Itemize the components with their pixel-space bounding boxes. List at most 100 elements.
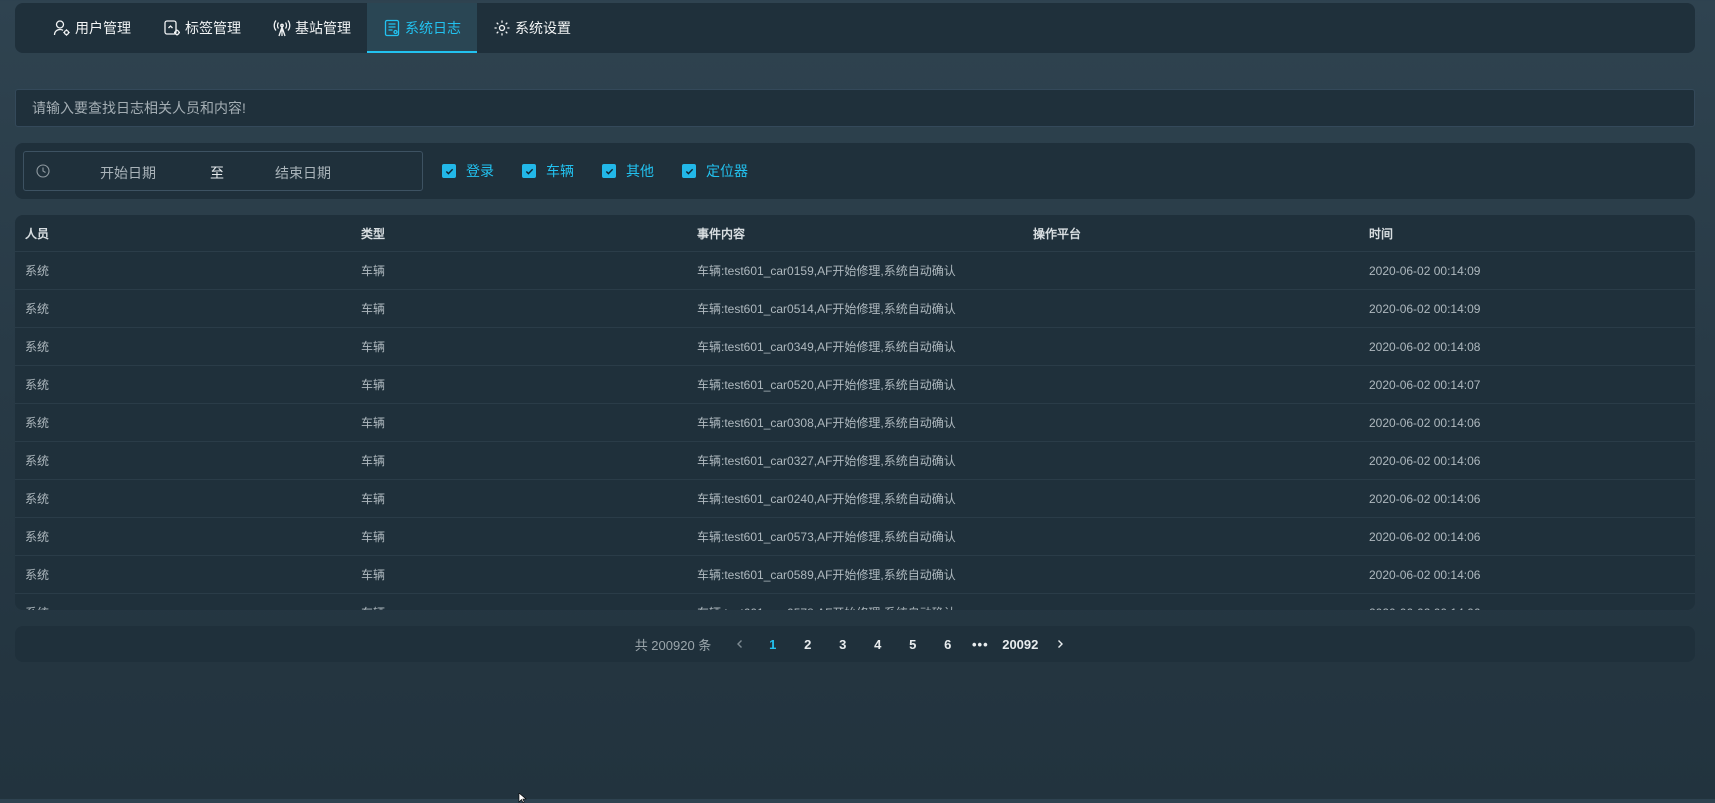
table-row[interactable]: 系统 车辆 车辆:test601_car0308,AF开始修理,系统自动确认 2… [15, 403, 1695, 442]
checkbox-checked-icon [602, 164, 616, 178]
top-nav: 用户管理 标签管理 基站管理 系统日志 系统设置 [15, 3, 1695, 53]
date-separator: 至 [210, 165, 224, 181]
page-button-1[interactable]: 1 [755, 637, 790, 652]
column-header-type: 类型 [351, 215, 687, 252]
cell-event: 车辆:test601_car0589,AF开始修理,系统自动确认 [687, 555, 1023, 594]
log-document-icon [384, 19, 400, 37]
cell-person: 系统 [15, 251, 351, 290]
column-header-time: 时间 [1359, 215, 1695, 252]
chevron-left-icon [737, 640, 743, 648]
cell-time: 2020-06-02 00:14:06 [1359, 403, 1695, 442]
cell-platform [1023, 479, 1359, 518]
cell-person: 系统 [15, 555, 351, 594]
table-row[interactable]: 系统 车辆 车辆:test601_car0520,AF开始修理,系统自动确认 2… [15, 365, 1695, 404]
cell-person: 系统 [15, 594, 351, 610]
cell-type: 车辆 [351, 555, 687, 594]
table-row[interactable]: 系统 车辆 车辆:test601_car0327,AF开始修理,系统自动确认 2… [15, 441, 1695, 480]
tab-system-log[interactable]: 系统日志 [367, 3, 477, 53]
tab-tag-management[interactable]: 标签管理 [147, 3, 257, 53]
table-row[interactable]: 系统 车辆 车辆:test601_car0514,AF开始修理,系统自动确认 2… [15, 289, 1695, 328]
end-date-input[interactable]: 结束日期 [275, 163, 331, 183]
table-row[interactable]: 系统 车辆 车辆:test601_car0589,AF开始修理,系统自动确认 2… [15, 555, 1695, 594]
checkbox-label: 定位器 [706, 163, 748, 179]
page-button-4[interactable]: 4 [860, 637, 895, 652]
checkbox-vehicle[interactable]: 车辆 [522, 161, 574, 181]
checkbox-checked-icon [442, 164, 456, 178]
tab-system-settings[interactable]: 系统设置 [477, 3, 587, 53]
type-checkbox-group: 登录 车辆 其他 定位器 [442, 161, 776, 181]
cell-type: 车辆 [351, 479, 687, 518]
table-row[interactable]: 系统 车辆 车辆:test601_car0578,AF开始修理,系统自动确认 2… [15, 594, 1695, 611]
date-range-picker[interactable]: 开始日期 至 结束日期 [23, 151, 423, 191]
chevron-right-icon [1058, 640, 1064, 648]
checkbox-checked-icon [682, 164, 696, 178]
cell-platform [1023, 594, 1359, 611]
checkbox-other[interactable]: 其他 [602, 161, 654, 181]
table-row[interactable]: 系统 车辆 车辆:test601_car0349,AF开始修理,系统自动确认 2… [15, 327, 1695, 366]
table-row[interactable]: 系统 车辆 车辆:test601_car0573,AF开始修理,系统自动确认 2… [15, 517, 1695, 556]
cell-time: 2020-06-02 00:14:06 [1359, 594, 1695, 611]
filter-bar: 开始日期 至 结束日期 登录 车辆 其他 定位器 [15, 143, 1695, 199]
tab-label: 用户管理 [75, 20, 131, 36]
checkbox-label: 车辆 [546, 163, 574, 179]
cell-type: 车辆 [351, 594, 687, 610]
more-pages-button[interactable]: ••• [965, 637, 995, 652]
page-button-last[interactable]: 20092 [995, 637, 1045, 652]
cell-platform [1023, 327, 1359, 366]
cell-event: 车辆:test601_car0578,AF开始修理,系统自动确认 [687, 594, 1023, 610]
cell-event: 车辆:test601_car0308,AF开始修理,系统自动确认 [687, 403, 1023, 442]
page-button-3[interactable]: 3 [825, 637, 860, 652]
checkbox-locator[interactable]: 定位器 [682, 161, 748, 181]
cell-person: 系统 [15, 517, 351, 556]
tab-label: 基站管理 [295, 20, 351, 36]
cell-person: 系统 [15, 403, 351, 442]
cell-event: 车辆:test601_car0573,AF开始修理,系统自动确认 [687, 517, 1023, 556]
cell-event: 车辆:test601_car0349,AF开始修理,系统自动确认 [687, 327, 1023, 366]
table-row[interactable]: 系统 车辆 车辆:test601_car0159,AF开始修理,系统自动确认 2… [15, 251, 1695, 290]
cell-time: 2020-06-02 00:14:06 [1359, 517, 1695, 556]
cell-type: 车辆 [351, 251, 687, 290]
column-header-platform: 操作平台 [1023, 215, 1359, 252]
cell-event: 车辆:test601_car0520,AF开始修理,系统自动确认 [687, 365, 1023, 404]
page-button-2[interactable]: 2 [790, 637, 825, 652]
cell-platform [1023, 517, 1359, 556]
cell-person: 系统 [15, 289, 351, 328]
next-page-button[interactable] [1045, 639, 1075, 649]
checkbox-label: 登录 [466, 163, 494, 179]
checkbox-checked-icon [522, 164, 536, 178]
tag-settings-icon [164, 20, 180, 36]
cell-time: 2020-06-02 00:14:06 [1359, 555, 1695, 594]
checkbox-label: 其他 [626, 163, 654, 179]
cell-time: 2020-06-02 00:14:08 [1359, 327, 1695, 366]
cell-type: 车辆 [351, 289, 687, 328]
cell-time: 2020-06-02 00:14:06 [1359, 441, 1695, 480]
cell-event: 车辆:test601_car0240,AF开始修理,系统自动确认 [687, 479, 1023, 518]
cell-time: 2020-06-02 00:14:09 [1359, 251, 1695, 290]
gear-icon [494, 20, 510, 36]
tab-user-management[interactable]: 用户管理 [37, 3, 147, 53]
tab-label: 系统日志 [405, 20, 461, 36]
tab-base-station-management[interactable]: 基站管理 [257, 3, 367, 53]
page-button-5[interactable]: 5 [895, 637, 930, 652]
start-date-input[interactable]: 开始日期 [100, 163, 156, 183]
cell-type: 车辆 [351, 441, 687, 480]
clock-icon [36, 164, 50, 178]
search-input[interactable] [16, 90, 1694, 126]
cell-person: 系统 [15, 441, 351, 480]
cell-person: 系统 [15, 365, 351, 404]
prev-page-button[interactable] [725, 639, 755, 649]
log-table-panel: 人员 类型 事件内容 操作平台 时间 系统 车辆 车辆:test601_car0… [15, 215, 1695, 610]
table-header-row: 人员 类型 事件内容 操作平台 时间 [15, 215, 1695, 252]
tab-label: 标签管理 [185, 20, 241, 36]
cell-type: 车辆 [351, 403, 687, 442]
page-button-6[interactable]: 6 [930, 637, 965, 652]
column-header-person: 人员 [15, 215, 351, 252]
cell-platform [1023, 251, 1359, 290]
table-row[interactable]: 系统 车辆 车辆:test601_car0240,AF开始修理,系统自动确认 2… [15, 479, 1695, 518]
cell-type: 车辆 [351, 327, 687, 366]
cell-platform [1023, 555, 1359, 594]
checkbox-login[interactable]: 登录 [442, 161, 494, 181]
cell-person: 系统 [15, 327, 351, 366]
mouse-cursor-icon [518, 793, 527, 803]
cell-time: 2020-06-02 00:14:07 [1359, 365, 1695, 404]
